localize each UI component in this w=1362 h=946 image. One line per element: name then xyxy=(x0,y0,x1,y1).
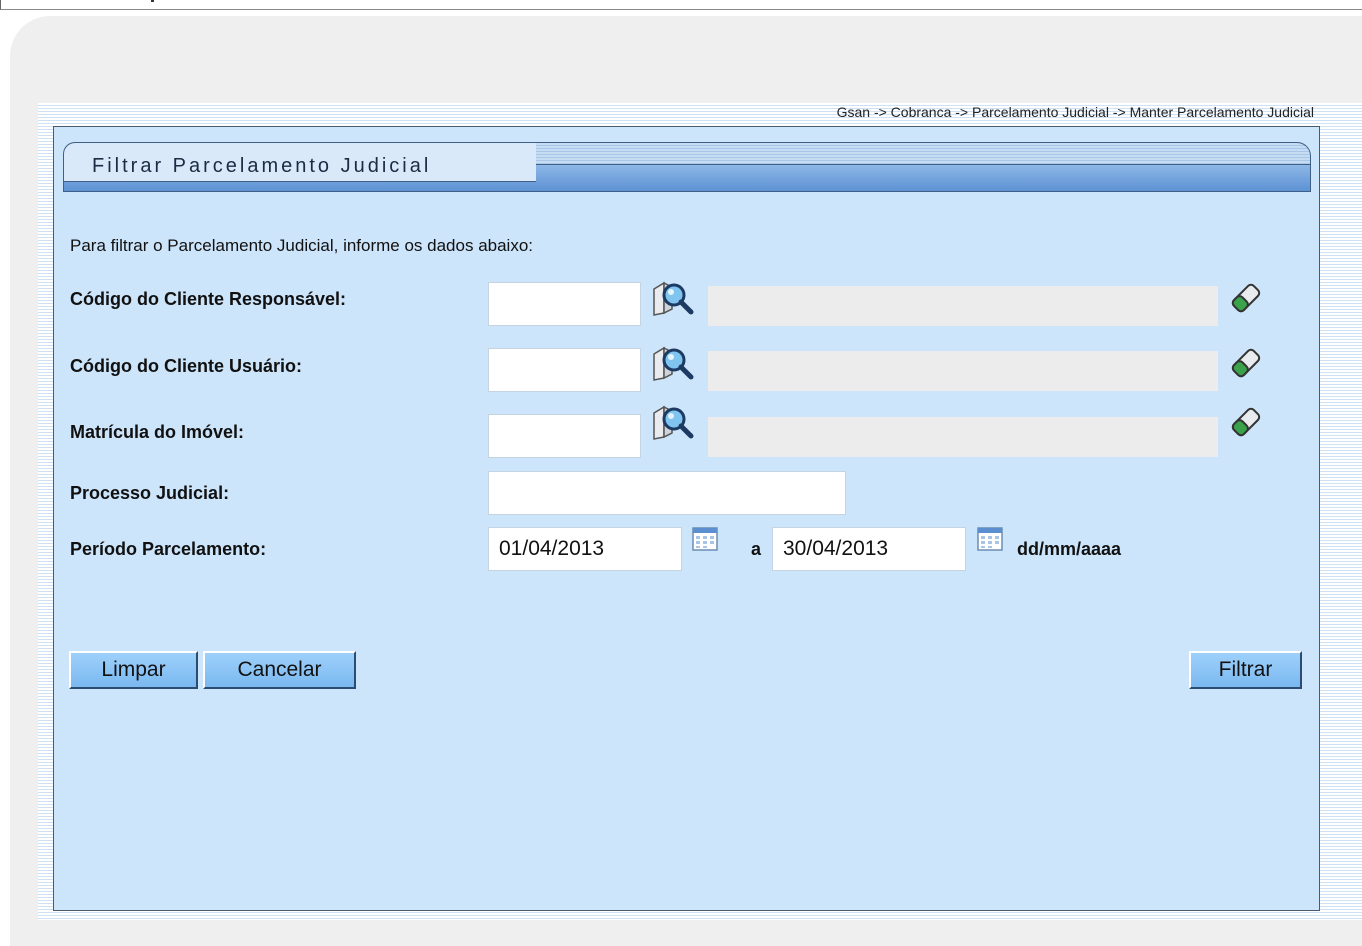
filtrar-button[interactable]: Filtrar xyxy=(1189,651,1302,689)
processo-judicial-label: Processo Judicial: xyxy=(70,483,230,503)
cliente-responsavel-label: Código do Cliente Responsável: xyxy=(70,289,347,309)
limpar-button[interactable]: Limpar xyxy=(69,651,198,689)
periodo-inicio-input[interactable] xyxy=(488,527,682,571)
text-fragment xyxy=(151,0,154,2)
cliente-usuario-input[interactable] xyxy=(488,348,641,392)
eraser-icon[interactable] xyxy=(1228,280,1264,316)
form-instruction: Para filtrar o Parcelamento Judicial, in… xyxy=(70,236,534,255)
eraser-icon[interactable] xyxy=(1228,404,1264,440)
top-window-strip xyxy=(0,0,1362,10)
cancelar-button[interactable]: Cancelar xyxy=(203,651,356,689)
processo-judicial-input[interactable] xyxy=(488,471,846,515)
magnifier-search-icon[interactable] xyxy=(650,344,694,382)
breadcrumb: Gsan -> Cobranca -> Parcelamento Judicia… xyxy=(836,104,1314,120)
eraser-icon[interactable] xyxy=(1228,345,1264,381)
cliente-responsavel-description xyxy=(708,286,1218,326)
matricula-imovel-description xyxy=(708,417,1218,457)
cliente-responsavel-input[interactable] xyxy=(488,282,641,326)
cliente-usuario-description xyxy=(708,351,1218,391)
matricula-imovel-label: Matrícula do Imóvel: xyxy=(70,422,245,442)
date-format-hint: dd/mm/aaaa xyxy=(1017,539,1122,559)
period-separator: a xyxy=(751,539,762,559)
periodo-fim-input[interactable] xyxy=(772,527,966,571)
calendar-icon[interactable] xyxy=(692,527,718,551)
periodo-label: Período Parcelamento: xyxy=(70,539,267,559)
magnifier-search-icon[interactable] xyxy=(650,279,694,317)
title-tab: Filtrar Parcelamento Judicial xyxy=(63,142,536,182)
page-title: Filtrar Parcelamento Judicial xyxy=(92,155,432,177)
cliente-usuario-label: Código do Cliente Usuário: xyxy=(70,356,302,376)
magnifier-search-icon[interactable] xyxy=(650,403,694,441)
calendar-icon[interactable] xyxy=(977,527,1003,551)
matricula-imovel-input[interactable] xyxy=(488,414,641,458)
